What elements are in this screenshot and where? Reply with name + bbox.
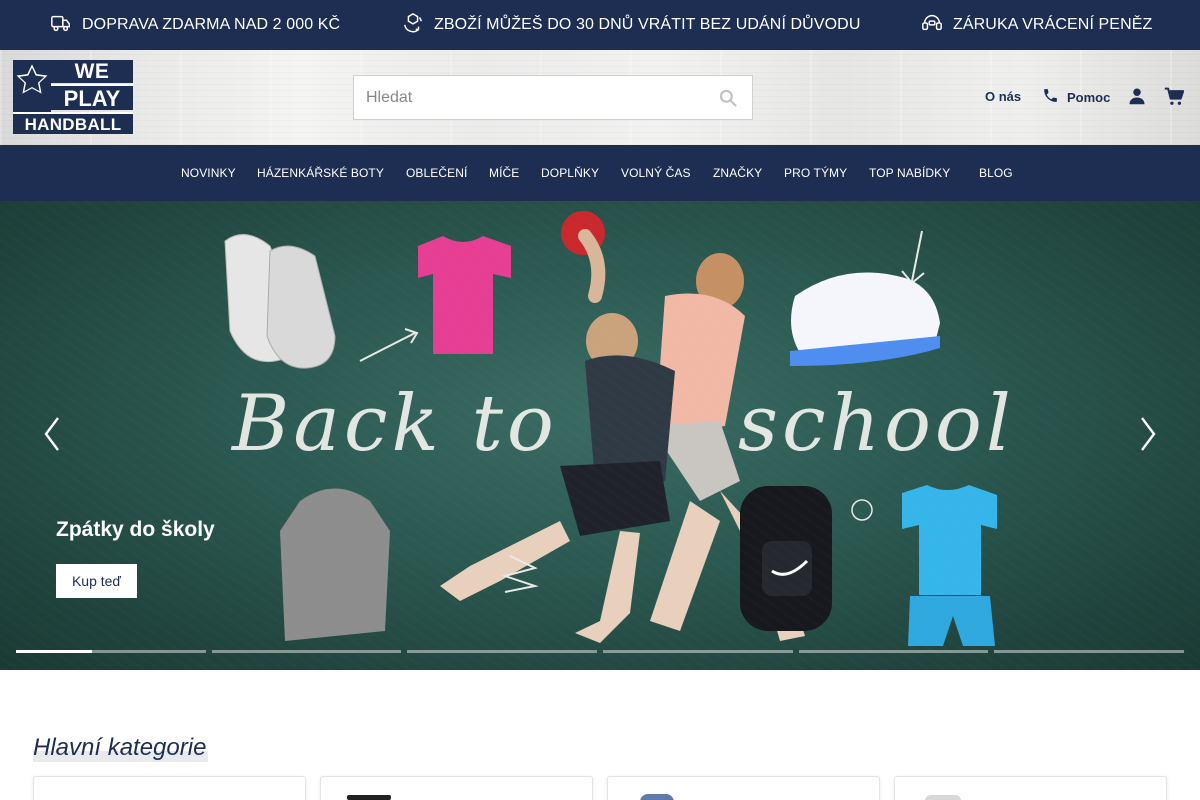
- usp-returns: ZBOŽÍ MŮŽEŠ DO 30 DNŮ VRÁTIT BEZ UDÁNÍ D…: [402, 0, 860, 50]
- help-link-label: Pomoc: [1067, 89, 1111, 105]
- category-card[interactable]: [33, 776, 306, 800]
- nav-item-blog[interactable]: BLOG: [979, 145, 1013, 201]
- site-header: WE PLAY HANDBALL O nás Pomoc: [0, 50, 1200, 145]
- main-nav: NOVINKY HÁZENKÁŘSKÉ BOTY OBLEČENÍ MÍČE D…: [0, 145, 1200, 201]
- hero-illustration: [224, 211, 997, 646]
- carousel-indicators: [16, 650, 1184, 653]
- logo-line-handball: HANDBALL: [13, 112, 133, 134]
- usp-text: DOPRAVA ZDARMA NAD 2 000 KČ: [82, 16, 341, 33]
- search-box: [353, 75, 753, 120]
- usp-free-shipping: DOPRAVA ZDARMA NAD 2 000 KČ: [50, 0, 340, 50]
- nav-item-top-nabidky[interactable]: TOP NABÍDKY: [869, 145, 950, 201]
- nav-item-doplnky[interactable]: DOPLŇKY: [541, 145, 599, 201]
- carousel-dot-3[interactable]: [407, 650, 597, 653]
- nav-item-pro-tymy[interactable]: PRO TÝMY: [784, 145, 847, 201]
- nav-item-obleceni[interactable]: OBLEČENÍ: [406, 145, 468, 201]
- carousel-dot-2[interactable]: [212, 650, 401, 653]
- category-card[interactable]: [894, 776, 1167, 800]
- category-thumbnail: [925, 795, 961, 800]
- category-thumbnail: [347, 795, 391, 800]
- carousel-prev-arrow-icon[interactable]: [40, 414, 64, 454]
- help-link[interactable]: Pomoc: [1042, 87, 1110, 107]
- blue-kit-icon: [902, 485, 997, 646]
- carousel-dot-1[interactable]: [16, 650, 206, 653]
- backpack-icon: [740, 486, 832, 631]
- usp-money-back: ZÁRUKA VRÁCENÍ PENĚZ: [921, 0, 1152, 50]
- shirt-icon: [418, 236, 511, 354]
- cart-icon[interactable]: [1164, 87, 1184, 107]
- nav-item-mice[interactable]: MÍČE: [489, 145, 519, 201]
- site-logo[interactable]: WE PLAY HANDBALL: [13, 60, 133, 134]
- logo-line-play: PLAY: [51, 84, 133, 111]
- nav-item-znacky[interactable]: ZNAČKY: [713, 145, 762, 201]
- search-icon[interactable]: [718, 88, 738, 108]
- hero-title: Zpátky do školy: [56, 518, 215, 541]
- user-icon[interactable]: [1128, 87, 1146, 105]
- logo-line-we: WE: [51, 60, 133, 83]
- category-card[interactable]: [320, 776, 593, 800]
- usp-text: ZÁRUKA VRÁCENÍ PENĚZ: [953, 16, 1153, 33]
- category-card[interactable]: [607, 776, 880, 800]
- nav-item-volny-cas[interactable]: VOLNÝ ČAS: [621, 145, 691, 201]
- phone-icon: [1042, 87, 1059, 107]
- kempa-shoe-icon: [790, 272, 940, 366]
- carousel-next-arrow-icon[interactable]: [1136, 414, 1160, 454]
- categories-heading: Hlavní kategorie: [33, 734, 209, 762]
- carousel-dot-4[interactable]: [603, 650, 793, 653]
- truck-icon: [50, 12, 72, 39]
- search-input[interactable]: [354, 76, 704, 119]
- box-return-icon: [402, 12, 424, 39]
- nav-item-novinky[interactable]: NOVINKY: [181, 145, 236, 201]
- hero-cta-button[interactable]: Kup teď: [56, 564, 137, 598]
- carousel-dot-6[interactable]: [994, 650, 1184, 653]
- hoodie-icon: [280, 488, 390, 641]
- money-back-icon: [921, 12, 943, 39]
- usp-bar: DOPRAVA ZDARMA NAD 2 000 KČ ZBOŽÍ MŮŽEŠ …: [0, 0, 1200, 50]
- carousel-dot-5[interactable]: [799, 650, 988, 653]
- nav-item-hazenkarske-boty[interactable]: HÁZENKÁŘSKÉ BOTY: [257, 145, 384, 201]
- hero-carousel: Back to school Zpátky do školy Kup teď: [0, 201, 1200, 670]
- about-link[interactable]: O nás: [985, 89, 1021, 104]
- usp-text: ZBOŽÍ MŮŽEŠ DO 30 DNŮ VRÁTIT BEZ UDÁNÍ D…: [434, 16, 861, 33]
- category-thumbnail: [640, 794, 674, 800]
- shoes-icon: [224, 234, 336, 369]
